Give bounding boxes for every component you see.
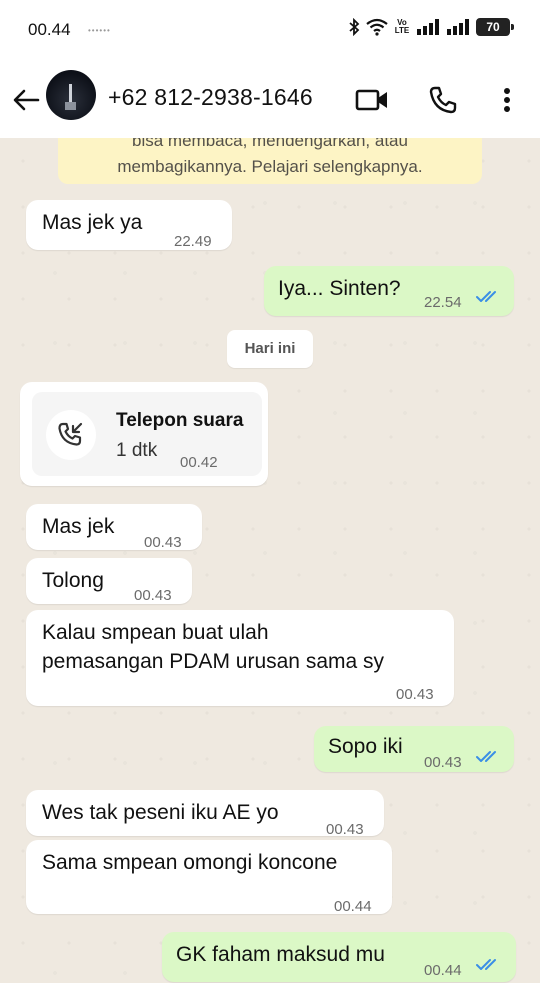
status-time: 00.44 — [28, 20, 71, 39]
call-bubble[interactable]: Telepon suara 1 dtk 00.42 — [20, 382, 268, 486]
more-vert-icon[interactable] — [487, 80, 527, 120]
message-time: 22.49 — [174, 233, 212, 250]
voice-call-card[interactable]: Telepon suara 1 dtk 00.42 — [32, 392, 262, 476]
message-text: Tolong — [42, 569, 104, 592]
day-separator: Hari ini — [227, 330, 313, 368]
message-text: Mas jek ya — [42, 211, 143, 234]
message-text: Wes tak peseni iku AE yo — [42, 801, 279, 824]
message-text-line2: pemasangan PDAM urusan sama sy — [42, 650, 384, 673]
message-time: 00.44 — [334, 898, 372, 915]
message-bubble-outgoing[interactable]: GK faham maksud mu 00.44 — [162, 932, 516, 982]
message-text: Sama smpean omongi koncone — [42, 851, 338, 874]
encryption-note-line2: membagikannya. Pelajari selengkapnya. — [117, 157, 423, 176]
message-bubble-incoming[interactable]: Wes tak peseni iku AE yo 00.43 — [26, 790, 384, 838]
contact-name[interactable]: +62 812-2938-1646 — [108, 84, 313, 111]
message-time: 22.54 — [424, 294, 462, 311]
encryption-note-line1: bisa membaca, mendengarkan, atau — [132, 138, 408, 150]
message-text: GK faham maksud mu — [176, 943, 385, 966]
wifi-icon — [366, 18, 388, 36]
double-check-icon — [476, 959, 496, 970]
message-time: 00.43 — [424, 754, 462, 771]
message-text: Mas jek — [42, 515, 115, 538]
message-text: Iya... Sinten? — [278, 277, 401, 300]
signal-icon-2 — [446, 18, 470, 36]
chat-header: +62 812-2938-1646 — [0, 62, 540, 138]
call-duration: 1 dtk — [116, 440, 158, 461]
message-bubble-outgoing[interactable]: Sopo iki 00.43 — [314, 726, 514, 772]
signal-icon — [416, 18, 440, 36]
message-bubble-incoming[interactable]: Sama smpean omongi koncone 00.44 — [26, 840, 392, 915]
message-bubble-outgoing[interactable]: Iya... Sinten? 22.54 — [264, 266, 514, 316]
avatar[interactable] — [46, 70, 96, 120]
chat-area[interactable]: bisa membaca, mendengarkan, atau membagi… — [0, 138, 540, 983]
double-check-icon — [476, 291, 496, 302]
call-time: 00.42 — [180, 454, 218, 471]
incoming-call-icon — [46, 410, 96, 460]
status-bar: 00.44 •••••• Vo LTE 70 — [0, 0, 540, 62]
message-time: 00.43 — [134, 587, 172, 604]
bluetooth-icon — [348, 18, 360, 36]
video-call-icon[interactable] — [352, 80, 392, 120]
message-bubble-incoming[interactable]: Mas jek ya 22.49 — [26, 200, 232, 250]
status-icons: Vo LTE 70 — [348, 18, 514, 36]
back-arrow-icon[interactable] — [8, 82, 44, 118]
double-check-icon — [476, 751, 496, 762]
message-bubble-incoming[interactable]: Mas jek 00.43 — [26, 504, 202, 551]
message-bubble-incoming[interactable]: Tolong 00.43 — [26, 558, 192, 604]
message-time: 00.43 — [144, 534, 182, 551]
volte-label: Vo LTE — [394, 18, 410, 35]
message-text-line1: Kalau smpean buat ulah — [42, 621, 269, 644]
phone-icon[interactable] — [423, 80, 463, 120]
message-bubble-incoming[interactable]: Kalau smpean buat ulah pemasangan PDAM u… — [26, 610, 454, 706]
encryption-note[interactable]: bisa membaca, mendengarkan, atau membagi… — [58, 138, 482, 184]
status-dots: •••••• — [88, 26, 111, 35]
battery-icon: 70 — [476, 18, 514, 36]
message-time: 00.44 — [424, 962, 462, 979]
call-title: Telepon suara — [116, 410, 244, 431]
message-text: Sopo iki — [328, 735, 403, 758]
message-time: 00.43 — [396, 686, 434, 703]
